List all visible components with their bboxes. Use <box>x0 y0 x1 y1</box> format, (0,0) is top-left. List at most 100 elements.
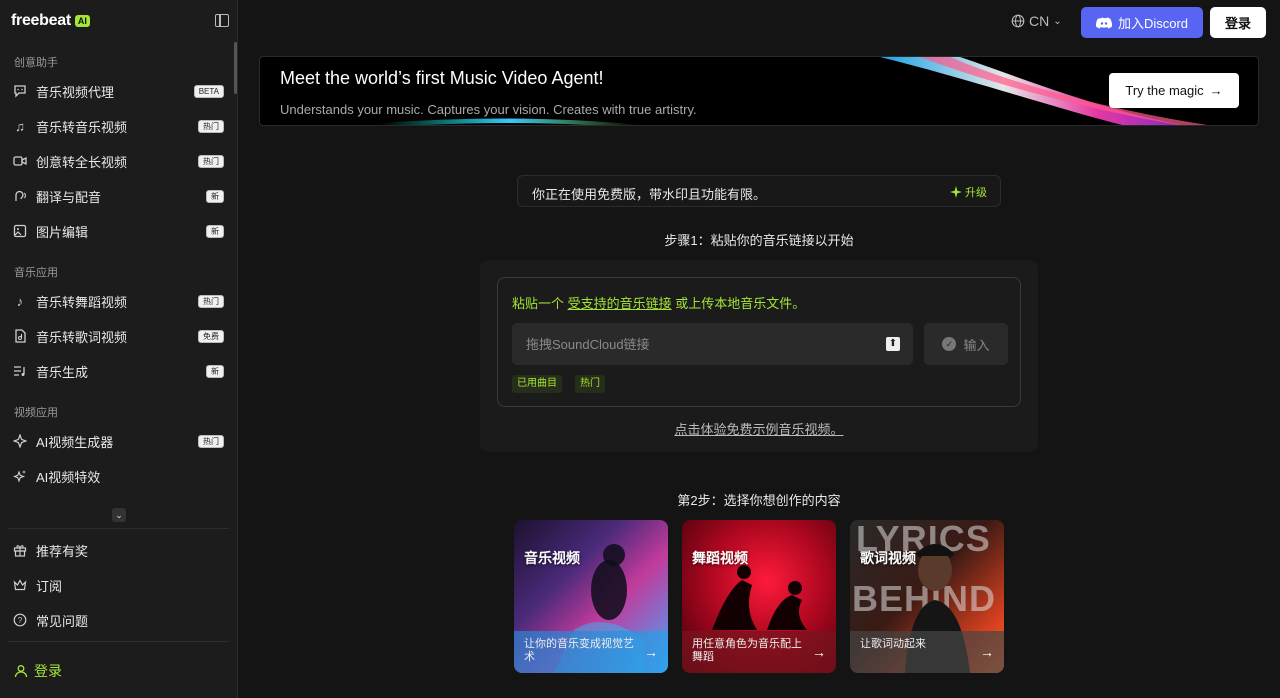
arrow-right-icon: → <box>1209 83 1223 98</box>
section-video: 视频应用 <box>14 407 58 419</box>
hot-badge: 热门 <box>198 295 224 308</box>
sidebar: freebeat AI 创意助手 音乐视频代理 BETA ♫ 音乐转音乐视频 热… <box>0 0 238 698</box>
sidebar-item-ai-video-effects[interactable]: AI视频特效 <box>12 461 226 491</box>
sidebar-item-faq[interactable]: ? 常见问题 <box>12 605 226 635</box>
upload-icon[interactable]: ⬆ <box>886 337 900 351</box>
hot-badge: 热门 <box>198 155 224 168</box>
sidebar-item-label: 音乐转舞蹈视频 <box>36 294 128 310</box>
svg-text:?: ? <box>18 616 23 625</box>
lyrics-icon <box>12 328 28 344</box>
upload-dropzone[interactable]: 粘贴一个 受支持的音乐链接 或上传本地音乐文件。 ⬆ ✓ 输入 已用曲目 热门 <box>497 277 1021 407</box>
card-title: 歌词视频 <box>860 550 916 566</box>
join-discord-button[interactable]: 加入Discord <box>1081 7 1203 38</box>
music-link-input-box: ⬆ <box>512 323 913 365</box>
free-plan-notice: 你正在使用免费版，带水印且功能有限。 升级 <box>517 175 1001 207</box>
sidebar-item-music-to-video[interactable]: ♫ 音乐转音乐视频 热门 <box>12 111 226 141</box>
sidebar-item-label: 音乐转歌词视频 <box>36 329 128 345</box>
sidebar-item-music-to-dance[interactable]: ♪ 音乐转舞蹈视频 热门 <box>12 286 226 316</box>
language-selector[interactable]: CN ⌄ <box>1011 13 1062 29</box>
card-title: 舞蹈视频 <box>692 550 748 566</box>
logo-ai-badge: AI <box>74 15 90 27</box>
logo[interactable]: freebeat AI <box>11 12 90 30</box>
sidebar-item-label: AI视频特效 <box>36 469 101 485</box>
sidebar-collapse-icon[interactable] <box>215 14 229 27</box>
section-music: 音乐应用 <box>14 267 58 279</box>
paste-prefix: 粘贴一个 <box>512 296 568 311</box>
sidebar-divider <box>8 641 229 642</box>
sidebar-item-label: 订阅 <box>36 578 63 594</box>
login-button[interactable]: 登录 <box>1210 7 1266 38</box>
try-magic-button[interactable]: Try the magic → <box>1109 73 1239 108</box>
tag-hot[interactable]: 热门 <box>575 375 605 393</box>
free-demo-link[interactable]: 点击体验免费示例音乐视频。 <box>0 419 1280 438</box>
arrow-right-icon: → <box>644 644 658 660</box>
user-icon <box>14 665 28 678</box>
new-badge: 新 <box>206 190 224 203</box>
music-list-icon <box>12 363 28 379</box>
logo-text: freebeat <box>11 12 71 29</box>
sidebar-item-referral[interactable]: 推荐有奖 <box>12 535 226 565</box>
sidebar-item-label: 音乐视频代理 <box>36 84 115 100</box>
crown-icon <box>12 577 28 593</box>
music-link-input[interactable] <box>512 323 872 365</box>
banner-subtitle: Understands your music. Captures your vi… <box>280 102 697 117</box>
dance-note-icon: ♪ <box>16 293 24 309</box>
discord-label: 加入Discord <box>1117 16 1189 31</box>
sidebar-item-music-to-lyrics[interactable]: 音乐转歌词视频 免费 <box>12 321 226 351</box>
arrow-right-icon: → <box>812 644 826 660</box>
sidebar-login-label: 登录 <box>34 663 62 679</box>
chat-icon <box>12 83 28 99</box>
enter-button[interactable]: ✓ 输入 <box>924 323 1008 365</box>
sidebar-item-label: 常见问题 <box>36 613 89 629</box>
sidebar-item-label: 翻译与配音 <box>36 189 102 205</box>
language-label: CN <box>1029 13 1050 29</box>
beta-badge: BETA <box>193 85 224 98</box>
discord-icon <box>1095 17 1112 28</box>
sidebar-item-subscribe[interactable]: 订阅 <box>12 570 226 600</box>
music-note-icon: ♫ <box>15 118 25 134</box>
voice-icon <box>12 188 28 204</box>
check-circle-icon: ✓ <box>942 337 957 351</box>
chevron-down-icon: ⌄ <box>1053 15 1062 27</box>
card-description: 用任意角色为音乐配上舞蹈 <box>692 638 802 663</box>
sparkles-icon <box>12 468 28 484</box>
step1-title: 步骤1：粘贴你的音乐链接以开始 <box>664 233 854 248</box>
card-music-video[interactable]: 音乐视频 让你的音乐变成视觉艺术 → <box>514 520 668 673</box>
chevron-down-icon[interactable]: ⌄ <box>112 508 126 522</box>
upgrade-label: 升级 <box>965 187 987 199</box>
sidebar-item-idea-to-video[interactable]: 创意转全长视频 热门 <box>12 146 226 176</box>
card-description: 让歌词动起来 <box>860 638 926 650</box>
sparkle-icon <box>950 186 962 198</box>
arrow-right-icon: → <box>980 644 994 660</box>
paste-instruction: 粘贴一个 受支持的音乐链接 或上传本地音乐文件。 <box>512 293 805 312</box>
sidebar-item-label: 音乐生成 <box>36 364 89 380</box>
sidebar-item-music-generation[interactable]: 音乐生成 新 <box>12 356 226 386</box>
sidebar-divider <box>8 528 229 529</box>
notice-text: 你正在使用免费版，带水印且功能有限。 <box>532 187 767 202</box>
sidebar-item-music-video-agent[interactable]: 音乐视频代理 BETA <box>12 76 226 106</box>
sidebar-item-translate-dub[interactable]: 翻译与配音 新 <box>12 181 226 211</box>
card-title: 音乐视频 <box>524 550 580 566</box>
gift-icon <box>12 542 28 558</box>
card-description: 让你的音乐变成视觉艺术 <box>524 638 634 663</box>
sidebar-item-label: 创意转全长视频 <box>36 154 128 170</box>
sidebar-item-label: 推荐有奖 <box>36 543 89 559</box>
section-creative: 创意助手 <box>14 57 58 69</box>
promo-banner: Meet the world’s first Music Video Agent… <box>259 56 1259 126</box>
enter-label: 输入 <box>963 337 990 353</box>
help-icon: ? <box>12 612 28 628</box>
sidebar-login-button[interactable]: 登录 <box>14 661 62 681</box>
supported-links-link[interactable]: 受支持的音乐链接 <box>568 296 672 311</box>
tag-used-tracks[interactable]: 已用曲目 <box>512 375 562 393</box>
try-magic-label: Try the magic <box>1125 83 1204 98</box>
banner-title: Meet the world’s first Music Video Agent… <box>280 68 604 88</box>
video-camera-icon <box>12 153 28 169</box>
card-dance-video[interactable]: 舞蹈视频 用任意角色为音乐配上舞蹈 → <box>682 520 836 673</box>
upgrade-button[interactable]: 升级 <box>950 184 987 200</box>
globe-icon <box>1011 14 1025 28</box>
card-lyrics-video[interactable]: LYRICS BEHIND 歌词视频 让歌词动起来 → <box>850 520 1004 673</box>
paste-suffix: 或上传本地音乐文件。 <box>671 296 806 311</box>
new-badge: 新 <box>206 365 224 378</box>
sidebar-scrollbar[interactable] <box>234 42 237 94</box>
sidebar-item-label: 音乐转音乐视频 <box>36 119 128 135</box>
